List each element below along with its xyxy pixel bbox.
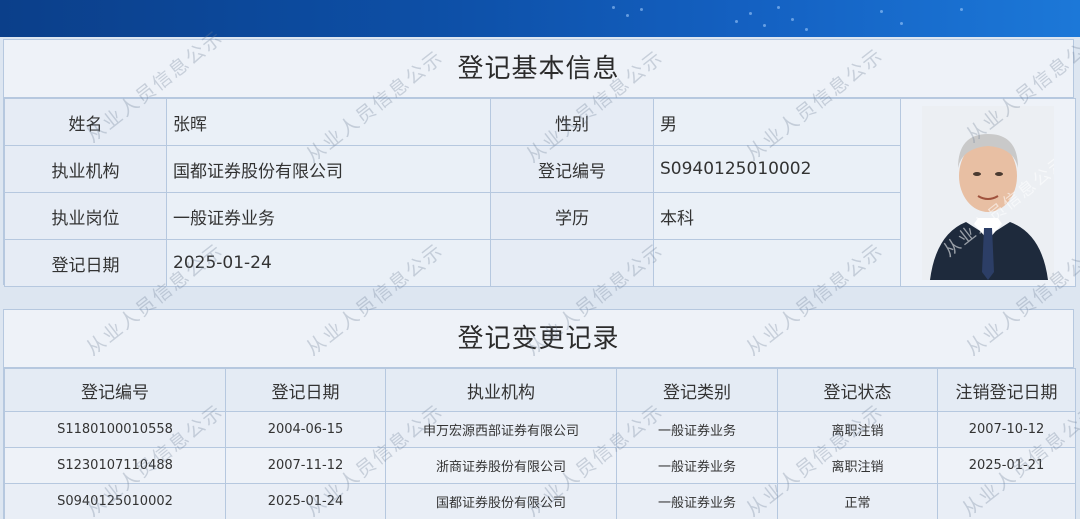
registration-date-value: 2025-01-24 <box>166 239 491 287</box>
cell-cancel-date <box>937 483 1076 519</box>
education-label: 学历 <box>490 192 654 240</box>
gender-value: 男 <box>653 98 901 146</box>
person-photo: 从业人员信息公示 <box>922 105 1054 280</box>
cell-category: 一般证券业务 <box>616 483 778 519</box>
photo-cell: 从业人员信息公示 <box>900 98 1076 287</box>
registration-date-label: 登记日期 <box>4 239 167 287</box>
change-records-panel: 登记变更记录 登记编号 登记日期 执业机构 登记类别 登记状态 注销登记日期 S… <box>3 309 1076 519</box>
table-row: S1180100010558 2004-06-15 申万宏源西部证券有限公司 一… <box>4 411 1076 448</box>
cell-registration-date: 2025-01-24 <box>225 483 386 519</box>
cell-status: 离职注销 <box>777 411 938 448</box>
empty-value-cell <box>653 239 901 287</box>
cell-status: 离职注销 <box>777 447 938 484</box>
col-header-registration-date: 登记日期 <box>225 368 386 412</box>
table-row: S0940125010002 2025-01-24 国都证券股份有限公司 一般证… <box>4 483 1076 519</box>
cell-cancel-date: 2025-01-21 <box>937 447 1076 484</box>
cell-cancel-date: 2007-10-12 <box>937 411 1076 448</box>
table-row: S1230107110488 2007-11-12 浙商证券股份有限公司 一般证… <box>4 447 1076 484</box>
cell-registration-date: 2007-11-12 <box>225 447 386 484</box>
position-label: 执业岗位 <box>4 192 167 240</box>
change-records-title: 登记变更记录 <box>4 310 1073 368</box>
registration-number-value: S0940125010002 <box>653 145 901 193</box>
cell-category: 一般证券业务 <box>616 411 778 448</box>
position-value: 一般证券业务 <box>166 192 491 240</box>
cell-registration-date: 2004-06-15 <box>225 411 386 448</box>
col-header-status: 登记状态 <box>777 368 938 412</box>
basic-info-panel: 登记基本信息 姓名 张晖 性别 男 从业人员信息公示 执业机构 国都证券股份有限… <box>3 39 1076 287</box>
cell-institution: 申万宏源西部证券有限公司 <box>385 411 617 448</box>
cell-status: 正常 <box>777 483 938 519</box>
gender-label: 性别 <box>490 98 654 146</box>
education-value: 本科 <box>653 192 901 240</box>
cell-registration-number: S1230107110488 <box>4 447 226 484</box>
info-row: 姓名 张晖 性别 男 从业人员信息公示 <box>4 98 1076 287</box>
registration-number-label: 登记编号 <box>490 145 654 193</box>
cell-registration-number: S0940125010002 <box>4 483 226 519</box>
col-header-registration-number: 登记编号 <box>4 368 226 412</box>
col-header-category: 登记类别 <box>616 368 778 412</box>
basic-info-table: 姓名 张晖 性别 男 从业人员信息公示 执业机构 国都证券股份有限公司 登记编号… <box>4 98 1076 287</box>
name-value: 张晖 <box>166 98 491 146</box>
cell-institution: 国都证券股份有限公司 <box>385 483 617 519</box>
institution-label: 执业机构 <box>4 145 167 193</box>
name-label: 姓名 <box>4 98 167 146</box>
cell-institution: 浙商证券股份有限公司 <box>385 447 617 484</box>
cell-registration-number: S1180100010558 <box>4 411 226 448</box>
institution-value: 国都证券股份有限公司 <box>166 145 491 193</box>
col-header-cancel-date: 注销登记日期 <box>937 368 1076 412</box>
empty-label-cell <box>490 239 654 287</box>
table-header-row: 登记编号 登记日期 执业机构 登记类别 登记状态 注销登记日期 <box>4 368 1076 412</box>
col-header-institution: 执业机构 <box>385 368 617 412</box>
change-records-table: 登记编号 登记日期 执业机构 登记类别 登记状态 注销登记日期 S1180100… <box>4 368 1076 519</box>
cell-category: 一般证券业务 <box>616 447 778 484</box>
basic-info-title: 登记基本信息 <box>4 40 1073 98</box>
top-banner <box>0 0 1080 37</box>
